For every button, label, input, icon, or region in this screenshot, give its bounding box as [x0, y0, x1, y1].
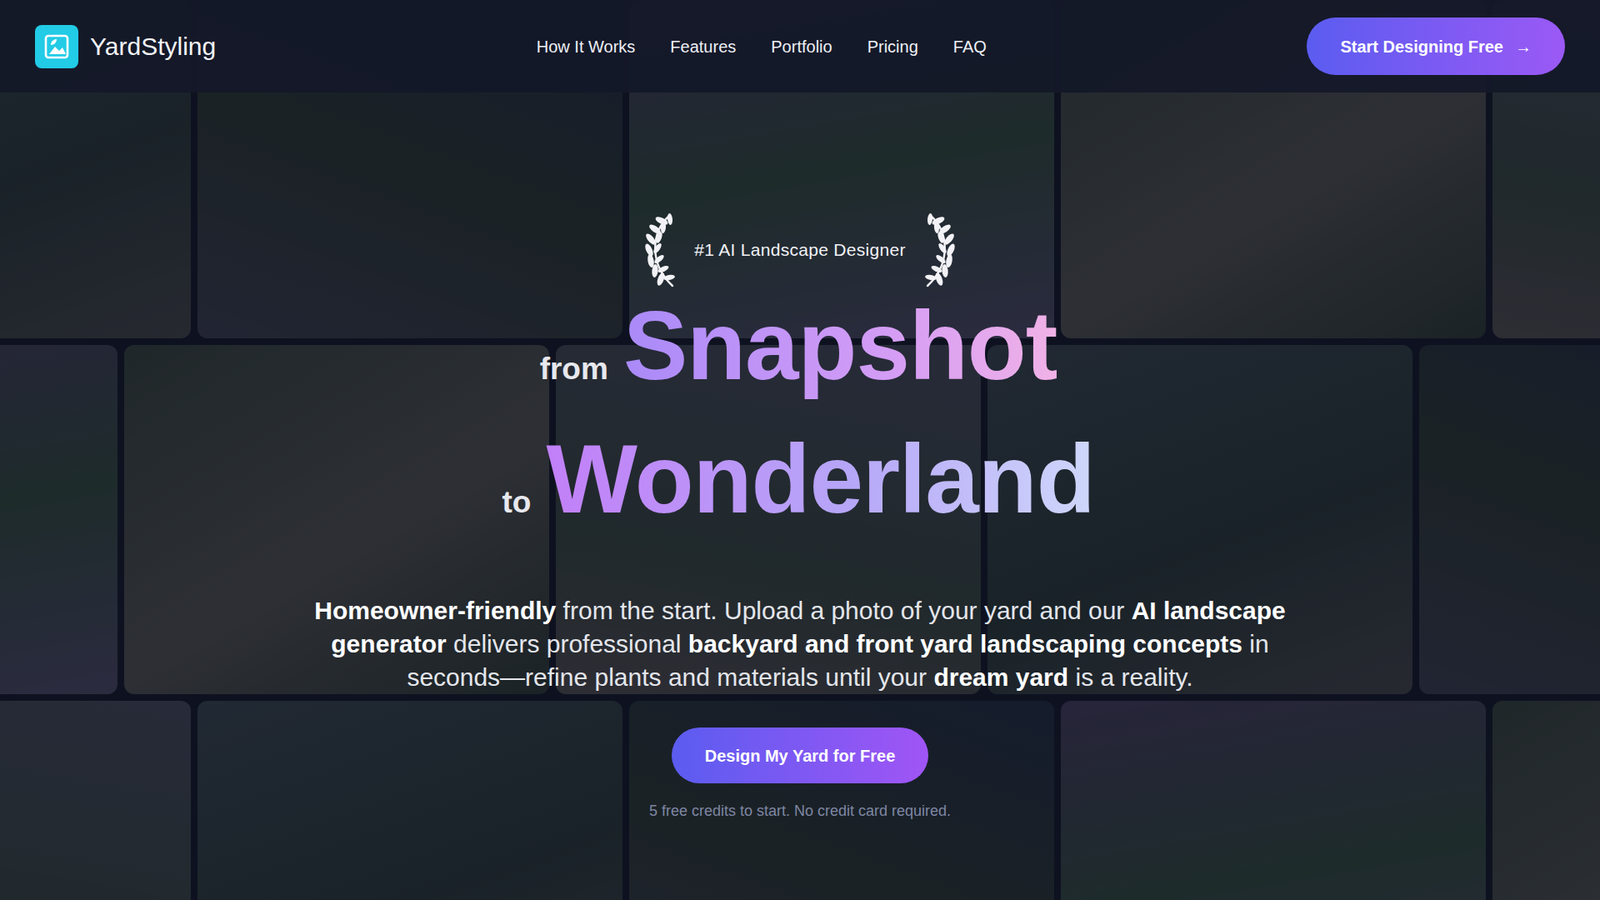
badge-text: #1 AI Landscape Designer — [694, 236, 906, 264]
brand-name: YardStyling — [90, 27, 216, 65]
nav-link[interactable]: Portfolio — [770, 34, 832, 60]
nav-links: How It Works Features Portfolio Pricing FAQ — [536, 34, 987, 60]
design-yard-button[interactable]: Design My Yard for Free — [671, 727, 930, 784]
description-segment: backyard and front yard landscaping conc… — [688, 630, 1243, 658]
nav-link[interactable]: Pricing — [867, 34, 919, 60]
hero: #1 AI Landscape Designer from Snapshot to Wo… — [0, 92, 1600, 823]
headline-word: Snapshot — [620, 291, 1060, 400]
description-segment: delivers professional — [446, 630, 689, 658]
award-badge: #1 AI Landscape Designer — [644, 209, 956, 291]
credits-note: 5 free credits to start. No credit card … — [649, 800, 951, 823]
nav-link[interactable]: FAQ — [953, 34, 987, 60]
headline-line: to Wonderland — [501, 424, 1098, 558]
brand-link[interactable]: YardStyling — [35, 25, 216, 69]
arrow-icon: → — [1515, 34, 1532, 60]
cta-label: Start Designing Free — [1340, 34, 1504, 60]
headline-word: Wonderland — [542, 425, 1098, 534]
logo-icon — [35, 25, 79, 69]
page: YardStyling How It Works Features Portfolio… — [0, 0, 1600, 900]
hero-description: Homeowner-friendly from the start. Uploa… — [300, 594, 1300, 695]
description-segment: dream yard — [933, 663, 1069, 691]
content: YardStyling How It Works Features Portfolio… — [0, 0, 1600, 823]
description-segment: Homeowner-friendly — [314, 596, 556, 625]
headline: from Snapshot to Wonderland — [501, 290, 1098, 558]
headline-line: from Snapshot — [501, 290, 1098, 425]
start-designing-button[interactable]: Start Designing Free → — [1306, 17, 1565, 75]
description-segment: is a reality. — [1068, 663, 1194, 691]
headline-prefix: to — [501, 485, 531, 520]
description-segment: from the start. Upload a photo of your y… — [555, 596, 1131, 625]
laurel-right-icon — [920, 209, 956, 291]
nav-link[interactable]: Features — [670, 34, 736, 60]
nav-link[interactable]: How It Works — [536, 34, 636, 60]
laurel-left-icon — [644, 209, 680, 291]
navbar: YardStyling How It Works Features Portfolio… — [0, 0, 1600, 93]
headline-prefix: from — [540, 351, 609, 386]
